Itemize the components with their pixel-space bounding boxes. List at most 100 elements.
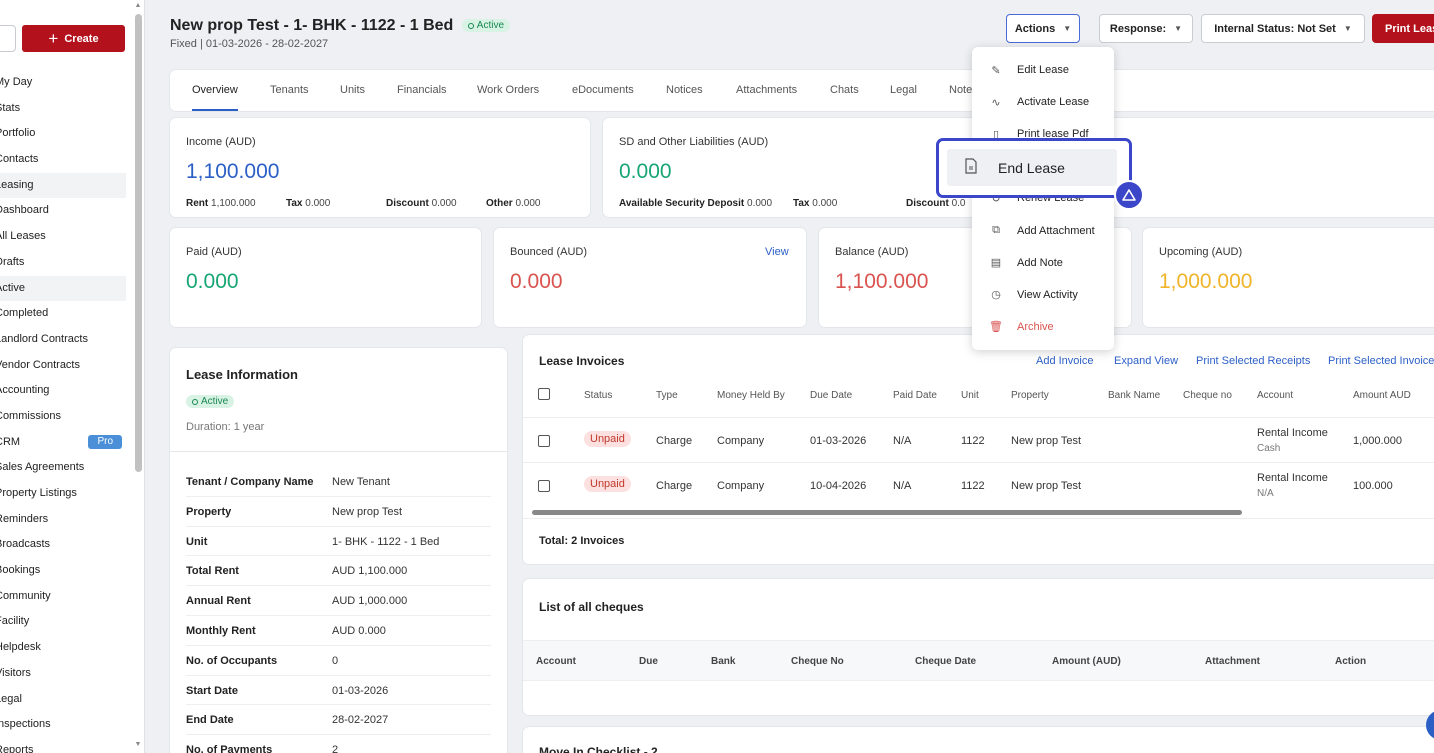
tab-attachments[interactable]: Attachments — [736, 70, 797, 111]
sidebar-item-inspections[interactable]: Inspections — [0, 712, 126, 738]
invoice-property-link[interactable]: New prop Test — [1011, 480, 1081, 492]
actions-button[interactable]: Actions ▼ — [1006, 14, 1080, 43]
invoice-type-link[interactable]: Charge — [656, 435, 692, 447]
invoice-amount: 1,000.000 — [1353, 435, 1402, 447]
tab-tenants[interactable]: Tenants — [270, 70, 309, 111]
tab-financials[interactable]: Financials — [397, 70, 447, 111]
tab-overview[interactable]: Overview — [192, 70, 238, 111]
sidebar-item-community[interactable]: Community — [0, 584, 126, 610]
sidebar-item-accounting[interactable]: Accounting — [0, 378, 126, 404]
sd-title: SD and Other Liabilities (AUD) — [619, 136, 769, 148]
sidebar-item-commissions[interactable]: Commissions — [0, 404, 126, 430]
print-selected-invoices-link[interactable]: Print Selected Invoices — [1328, 355, 1434, 367]
select-all-checkbox[interactable] — [538, 388, 550, 400]
sidebar-item-dashboard[interactable]: Dashboard — [0, 198, 126, 224]
lease-info-value: AUD 1,100.000 — [332, 565, 408, 578]
invoice-column-header: Money Held By — [717, 390, 785, 401]
invoice-row-checkbox[interactable] — [538, 480, 550, 492]
sidebar-item-my-day[interactable]: My Day — [0, 70, 126, 96]
sidebar-item-visitors[interactable]: Visitors — [0, 661, 126, 687]
invoice-column-header: Cheque no — [1183, 390, 1232, 401]
sidebar-item-leasing[interactable]: Leasing — [0, 172, 126, 199]
menu-item-add-note[interactable]: ▤ Add Note — [972, 247, 1114, 279]
lease-info-value[interactable]: New prop Test — [332, 506, 402, 518]
sidebar-item-drafts[interactable]: Drafts — [0, 250, 126, 276]
menu-item-label: Activate Lease — [1017, 96, 1090, 109]
sidebar-item-bookings[interactable]: Bookings — [0, 558, 126, 584]
sd-available-deposit: Available Security Deposit 0.000 — [619, 198, 773, 209]
menu-item-end-lease-highlight[interactable]: End Lease — [947, 149, 1117, 186]
lease-duration: Duration: 1 year — [186, 421, 265, 433]
sidebar-item-active[interactable]: Active — [0, 275, 126, 302]
add-invoice-link[interactable]: Add Invoice — [1036, 355, 1093, 367]
lease-info-value: 28-02-2027 — [332, 714, 389, 727]
invoice-unit-link[interactable]: 1122 — [961, 480, 985, 492]
menu-item-add-attachment[interactable]: ⧉ Add Attachment — [972, 215, 1114, 247]
chevron-down-icon: ▼ — [1174, 24, 1183, 33]
lease-info-value[interactable]: New Tenant — [332, 476, 390, 488]
menu-item-label: Archive — [1017, 320, 1054, 333]
sidebar-item-stats[interactable]: Stats — [0, 96, 126, 122]
sidebar-item-reminders[interactable]: Reminders — [0, 507, 126, 533]
search-input[interactable] — [0, 25, 16, 52]
sidebar-item-landlord-contracts[interactable]: Landlord Contracts — [0, 327, 126, 353]
response-button[interactable]: Response: ▼ — [1099, 14, 1193, 43]
scroll-down-arrow-icon[interactable]: ▼ — [134, 741, 142, 751]
lease-info-key: Monthly Rent — [186, 625, 256, 637]
sidebar-item-reports[interactable]: Reports — [0, 738, 126, 753]
sidebar-item-completed[interactable]: Completed — [0, 301, 126, 327]
document-icon — [964, 158, 978, 177]
sidebar-item-vendor-contracts[interactable]: Vendor Contracts — [0, 353, 126, 379]
pro-badge: Pro — [88, 434, 122, 449]
menu-item-view-activity[interactable]: ◷ View Activity — [972, 279, 1114, 311]
invoice-type-link[interactable]: Charge — [656, 480, 692, 492]
lease-info-value[interactable]: 1- BHK - 1122 - 1 Bed — [332, 536, 439, 548]
print-selected-receipts-link[interactable]: Print Selected Receipts — [1196, 355, 1310, 367]
tab-legal[interactable]: Legal — [890, 70, 917, 111]
lease-info-key: Start Date — [186, 684, 238, 697]
lease-info-value: AUD 0.000 — [332, 625, 386, 637]
lease-info-key: Property — [186, 505, 232, 518]
scroll-up-arrow-icon[interactable]: ▲ — [134, 2, 142, 12]
tab-bar: Overview Tenants Units Financials Work Order… — [170, 70, 1434, 111]
invoice-column-header: Account — [1257, 390, 1294, 401]
invoice-row-checkbox[interactable] — [538, 435, 550, 447]
sidebar-item-property-listings[interactable]: Property Listings — [0, 481, 126, 507]
sidebar-item-broadcasts[interactable]: Broadcasts — [0, 532, 126, 558]
sidebar-item-all-leases[interactable]: All Leases — [0, 224, 126, 250]
menu-item-activate-lease[interactable]: ∿ Activate Lease — [972, 86, 1114, 118]
print-lease-button[interactable]: Print Lease — [1372, 14, 1434, 43]
menu-item-label: Add Attachment — [1017, 224, 1095, 237]
tab-work-orders[interactable]: Work Orders — [477, 70, 539, 111]
bounced-view-link[interactable]: View — [765, 246, 789, 258]
sidebar-scrollbar[interactable] — [135, 14, 142, 472]
create-button[interactable]: + Create — [22, 25, 125, 52]
unpaid-badge: Unpaid — [584, 431, 631, 447]
note-icon: ▤ — [990, 257, 1002, 270]
invoice-account-sub: N/A — [1257, 488, 1274, 499]
sidebar-item-portfolio[interactable]: Portfolio — [0, 121, 126, 147]
sidebar-item-sales-agreements[interactable]: Sales Agreements — [0, 455, 126, 481]
tab-notices[interactable]: Notices — [666, 70, 703, 111]
tab-units[interactable]: Units — [340, 70, 365, 111]
menu-item-archive[interactable]: 🗑 Archive — [972, 311, 1114, 343]
invoice-column-header: Due Date — [810, 390, 853, 401]
chevron-down-icon: ▼ — [1063, 24, 1072, 33]
lease-info-value: 2 — [332, 744, 339, 753]
invoice-property-link[interactable]: New prop Test — [1011, 435, 1081, 447]
menu-item-edit-lease[interactable]: ✎ Edit Lease — [972, 54, 1114, 86]
invoice-unit-link[interactable]: 1122 — [961, 435, 985, 447]
expand-view-link[interactable]: Expand View — [1114, 355, 1178, 367]
sidebar-item-legal[interactable]: Legal — [0, 687, 126, 713]
sidebar: +Create My DayStatsPortfolioContactsLeas… — [0, 0, 145, 753]
copy-icon: ⧉ — [992, 224, 1000, 236]
sidebar-item-facility[interactable]: Facility — [0, 609, 126, 635]
tab-edocuments[interactable]: eDocuments — [572, 70, 634, 111]
invoices-horizontal-scrollbar[interactable] — [532, 510, 1242, 515]
sidebar-item-helpdesk[interactable]: Helpdesk — [0, 635, 126, 661]
internal-status-button[interactable]: Internal Status: Not Set ▼ — [1201, 14, 1365, 43]
lease-info-row: Tenant / Company Name New Tenant — [186, 467, 491, 497]
tab-chats[interactable]: Chats — [830, 70, 859, 111]
move-in-checklist-card: Move In Checklist - 2 — [523, 727, 1434, 753]
sidebar-item-contacts[interactable]: Contacts — [0, 147, 126, 173]
